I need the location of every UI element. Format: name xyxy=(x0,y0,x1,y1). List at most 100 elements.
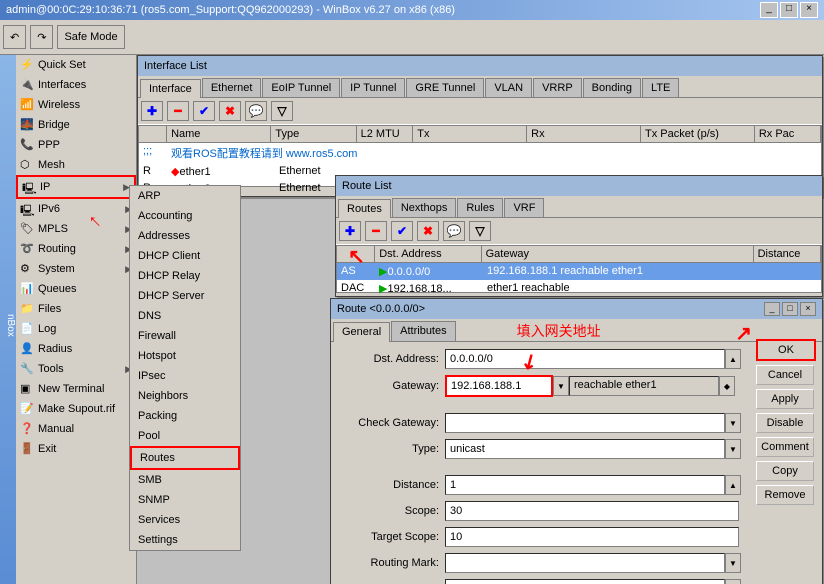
tab-routes[interactable]: Routes xyxy=(338,199,391,218)
disable-button[interactable]: ✖ xyxy=(417,221,439,241)
tab-nexthops[interactable]: Nexthops xyxy=(392,198,456,217)
submenu-addresses[interactable]: Addresses xyxy=(130,226,240,246)
minimize-icon[interactable]: _ xyxy=(760,2,778,18)
col-dist[interactable]: Distance xyxy=(754,246,821,262)
window-title[interactable]: Route <0.0.0.0/0> _ □ × xyxy=(331,299,822,319)
comment-button[interactable]: 💬 xyxy=(245,101,267,121)
submenu-packing[interactable]: Packing xyxy=(130,406,240,426)
submenu-smb[interactable]: SMB xyxy=(130,470,240,490)
maximize-icon[interactable]: □ xyxy=(782,302,798,316)
sidebar-item-manual[interactable]: ❓Manual xyxy=(16,419,136,439)
tab-attributes[interactable]: Attributes xyxy=(391,321,455,341)
submenu-dns[interactable]: DNS xyxy=(130,306,240,326)
submenu-firewall[interactable]: Firewall xyxy=(130,326,240,346)
comment-button[interactable]: 💬 xyxy=(443,221,465,241)
submenu-arp[interactable]: ARP xyxy=(130,186,240,206)
gateway-input[interactable] xyxy=(445,375,553,397)
col-rxp[interactable]: Rx Pac xyxy=(755,126,821,142)
target-scope-input[interactable] xyxy=(445,527,739,547)
submenu-dhcp-server[interactable]: DHCP Server xyxy=(130,286,240,306)
close-icon[interactable]: × xyxy=(800,2,818,18)
submenu-hotspot[interactable]: Hotspot xyxy=(130,346,240,366)
remove-button[interactable]: Remove xyxy=(756,485,814,505)
close-icon[interactable]: × xyxy=(800,302,816,316)
grid-row[interactable]: AS▶0.0.0.0/0192.168.188.1 reachable ethe… xyxy=(337,263,821,280)
ok-button[interactable]: OK xyxy=(756,339,816,361)
tab-rules[interactable]: Rules xyxy=(457,198,503,217)
remove-button[interactable]: ━ xyxy=(167,101,189,121)
submenu-neighbors[interactable]: Neighbors xyxy=(130,386,240,406)
dst-address-input[interactable] xyxy=(445,349,725,369)
col-gw[interactable]: Gateway xyxy=(482,246,754,262)
disable-button[interactable]: ✖ xyxy=(219,101,241,121)
submenu-settings[interactable]: Settings xyxy=(130,530,240,550)
window-title[interactable]: Route List xyxy=(336,176,822,196)
check-gateway-input[interactable] xyxy=(445,413,725,433)
sidebar-item-queues[interactable]: 📊Queues xyxy=(16,279,136,299)
tab-ethernet[interactable]: Ethernet xyxy=(202,78,262,97)
sidebar-item-system[interactable]: ⚙System▶ xyxy=(16,259,136,279)
col-l2mtu[interactable]: L2 MTU xyxy=(357,126,414,142)
routing-mark-input[interactable] xyxy=(445,553,725,573)
sidebar-item-radius[interactable]: 👤Radius xyxy=(16,339,136,359)
minimize-icon[interactable]: _ xyxy=(764,302,780,316)
sidebar-item-mpls[interactable]: 🏷MPLS▶ xyxy=(16,219,136,239)
enable-button[interactable]: ✔ xyxy=(193,101,215,121)
maximize-icon[interactable]: □ xyxy=(780,2,798,18)
sidebar-item-newterminal[interactable]: ▣New Terminal xyxy=(16,379,136,399)
tab-eoip[interactable]: EoIP Tunnel xyxy=(262,78,340,97)
dropdown-icon[interactable]: ▼ xyxy=(553,376,569,396)
tab-gre[interactable]: GRE Tunnel xyxy=(406,78,484,97)
col-txp[interactable]: Tx Packet (p/s) xyxy=(641,126,755,142)
add-button[interactable]: ✚ xyxy=(339,221,361,241)
dropdown-icon[interactable]: ▼ xyxy=(725,579,741,584)
col-type[interactable]: Type xyxy=(271,126,356,142)
safe-mode-button[interactable]: Safe Mode xyxy=(57,25,124,49)
sidebar-item-ppp[interactable]: 📞PPP xyxy=(16,135,136,155)
sidebar-item-ipv6[interactable]: 🖳IPv6▶ xyxy=(16,199,136,219)
sidebar-item-exit[interactable]: 🚪Exit xyxy=(16,439,136,459)
cancel-button[interactable]: Cancel xyxy=(756,365,814,385)
sidebar-item-bridge[interactable]: 🌉Bridge xyxy=(16,115,136,135)
dropdown-icon[interactable]: ▲ xyxy=(725,349,741,369)
dropdown-icon[interactable]: ▼ xyxy=(725,439,741,459)
submenu-dhcp-client[interactable]: DHCP Client xyxy=(130,246,240,266)
sidebar-item-interfaces[interactable]: 🔌Interfaces xyxy=(16,75,136,95)
tab-interface[interactable]: Interface xyxy=(140,79,201,98)
copy-button[interactable]: Copy xyxy=(756,461,814,481)
comment-button[interactable]: Comment xyxy=(756,437,814,457)
sidebar-item-wireless[interactable]: 📶Wireless xyxy=(16,95,136,115)
distance-input[interactable] xyxy=(445,475,725,495)
tab-iptunnel[interactable]: IP Tunnel xyxy=(341,78,405,97)
window-title[interactable]: Interface List xyxy=(138,56,822,76)
dropdown-icon[interactable]: ▼ xyxy=(725,413,741,433)
apply-button[interactable]: Apply xyxy=(756,389,814,409)
spinner-icon[interactable]: ◆ xyxy=(719,376,735,396)
sidebar-item-mesh[interactable]: ⬡Mesh xyxy=(16,155,136,175)
grid-row[interactable]: DAC▶192.168.18...ether1 reachable xyxy=(337,280,821,297)
submenu-services[interactable]: Services xyxy=(130,510,240,530)
tab-lte[interactable]: LTE xyxy=(642,78,679,97)
pref-source-input[interactable] xyxy=(445,579,725,584)
submenu-dhcp-relay[interactable]: DHCP Relay xyxy=(130,266,240,286)
undo-button[interactable]: ↶ xyxy=(3,25,26,49)
tab-bonding[interactable]: Bonding xyxy=(583,78,641,97)
col-dst[interactable]: Dst. Address xyxy=(375,246,481,262)
col-rx[interactable]: Rx xyxy=(527,126,641,142)
sidebar-item-supout[interactable]: 📝Make Supout.rif xyxy=(16,399,136,419)
sidebar-item-files[interactable]: 📁Files xyxy=(16,299,136,319)
enable-button[interactable]: ✔ xyxy=(391,221,413,241)
filter-button[interactable]: ▽ xyxy=(469,221,491,241)
submenu-pool[interactable]: Pool xyxy=(130,426,240,446)
redo-button[interactable]: ↷ xyxy=(30,25,53,49)
submenu-ipsec[interactable]: IPsec xyxy=(130,366,240,386)
tab-general[interactable]: General xyxy=(333,322,390,342)
submenu-routes[interactable]: Routes xyxy=(130,446,240,470)
tab-vrf[interactable]: VRF xyxy=(504,198,544,217)
disable-button[interactable]: Disable xyxy=(756,413,814,433)
submenu-snmp[interactable]: SNMP xyxy=(130,490,240,510)
dropdown-icon[interactable]: ▼ xyxy=(725,553,741,573)
sidebar-item-tools[interactable]: 🔧Tools▶ xyxy=(16,359,136,379)
col-name[interactable]: Name xyxy=(167,126,271,142)
tab-vlan[interactable]: VLAN xyxy=(485,78,532,97)
